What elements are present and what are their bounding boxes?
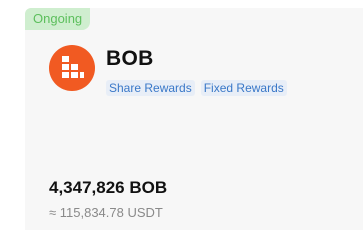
tag-share-rewards: Share Rewards [106,80,195,96]
tag-fixed-rewards: Fixed Rewards [200,80,287,96]
reward-amount: 4,347,826 BOB [49,178,168,197]
token-name: BOB [106,47,154,70]
reward-tags: Share Rewards Fixed Rewards [106,80,287,96]
reward-usdt-value: ≈ 115,834.78 USDT [49,205,163,220]
bob-logo-icon [49,45,95,91]
reward-card[interactable]: Ongoing BOB Share Rewards Fixed Rewards … [25,8,363,230]
status-badge: Ongoing [25,8,91,30]
